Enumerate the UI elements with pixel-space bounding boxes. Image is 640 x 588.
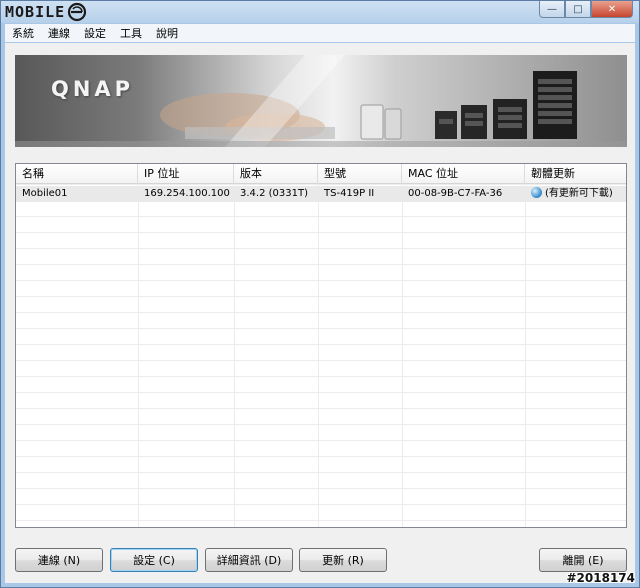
grid-vline <box>318 184 319 527</box>
cell-name: Mobile01 <box>22 188 68 199</box>
close-button[interactable]: ✕ <box>591 1 633 18</box>
window-controls: — □ ✕ <box>539 1 633 19</box>
menu-help[interactable]: 說明 <box>149 25 185 41</box>
app-window: MOBILE — □ ✕ 系統 連線 設定 工具 說明 QNAP 名稱 IP 位… <box>0 0 640 588</box>
exit-button[interactable]: 離開 (E) <box>539 548 627 572</box>
column-header-firmware[interactable]: 韌體更新 <box>525 164 626 184</box>
menu-settings[interactable]: 設定 <box>77 25 113 41</box>
banner-illustration <box>15 55 627 147</box>
nas-device-list[interactable]: 名稱 IP 位址 版本 型號 MAC 位址 韌體更新 Mobile01 169.… <box>15 163 627 528</box>
menu-system[interactable]: 系統 <box>5 25 41 41</box>
refresh-button[interactable]: 更新 (R) <box>299 548 387 572</box>
cell-mac: 00-08-9B-C7-FA-36 <box>408 188 503 199</box>
column-header-version[interactable]: 版本 <box>234 164 318 184</box>
watermark: #2018174 <box>566 571 635 585</box>
menu-connection[interactable]: 連線 <box>41 25 77 41</box>
brand-text: MOBILE <box>5 3 66 21</box>
brand-logo: MOBILE <box>5 2 87 22</box>
cell-model: TS-419P II <box>324 188 375 199</box>
grid-lines <box>16 184 626 527</box>
info-globe-icon <box>531 187 542 198</box>
list-body: Mobile01 169.254.100.100 3.4.2 (0331T) T… <box>16 184 626 527</box>
qnap-logo: QNAP <box>51 77 135 101</box>
grid-vline <box>138 184 139 527</box>
e-logo-icon <box>68 2 87 22</box>
cell-ip: 169.254.100.100 <box>144 188 230 199</box>
menu-bar: 系統 連線 設定 工具 說明 <box>5 24 635 42</box>
details-button[interactable]: 詳細資訊 (D) <box>205 548 293 572</box>
column-header-model[interactable]: 型號 <box>318 164 402 184</box>
firmware-status-text: (有更新可下載) <box>545 188 613 199</box>
client-area: QNAP 名稱 IP 位址 版本 型號 MAC 位址 韌體更新 Mobile01 <box>5 43 635 583</box>
column-header-name[interactable]: 名稱 <box>16 164 138 184</box>
column-header-mac[interactable]: MAC 位址 <box>402 164 525 184</box>
grid-vline <box>525 184 526 527</box>
minimize-button[interactable]: — <box>539 1 565 18</box>
maximize-button[interactable]: □ <box>565 1 591 18</box>
cell-firmware: (有更新可下載) <box>525 186 626 202</box>
cell-version: 3.4.2 (0331T) <box>240 188 308 199</box>
title-bar[interactable]: MOBILE — □ ✕ <box>1 1 639 23</box>
grid-vline <box>402 184 403 527</box>
qnap-banner: QNAP <box>15 55 627 147</box>
grid-vline <box>234 184 235 527</box>
list-header: 名稱 IP 位址 版本 型號 MAC 位址 韌體更新 <box>16 164 626 184</box>
connect-button[interactable]: 連線 (N) <box>15 548 103 572</box>
settings-button[interactable]: 設定 (C) <box>110 548 198 572</box>
menu-tools[interactable]: 工具 <box>113 25 149 41</box>
table-row[interactable]: Mobile01 169.254.100.100 3.4.2 (0331T) T… <box>16 186 626 202</box>
column-header-ip[interactable]: IP 位址 <box>138 164 234 184</box>
